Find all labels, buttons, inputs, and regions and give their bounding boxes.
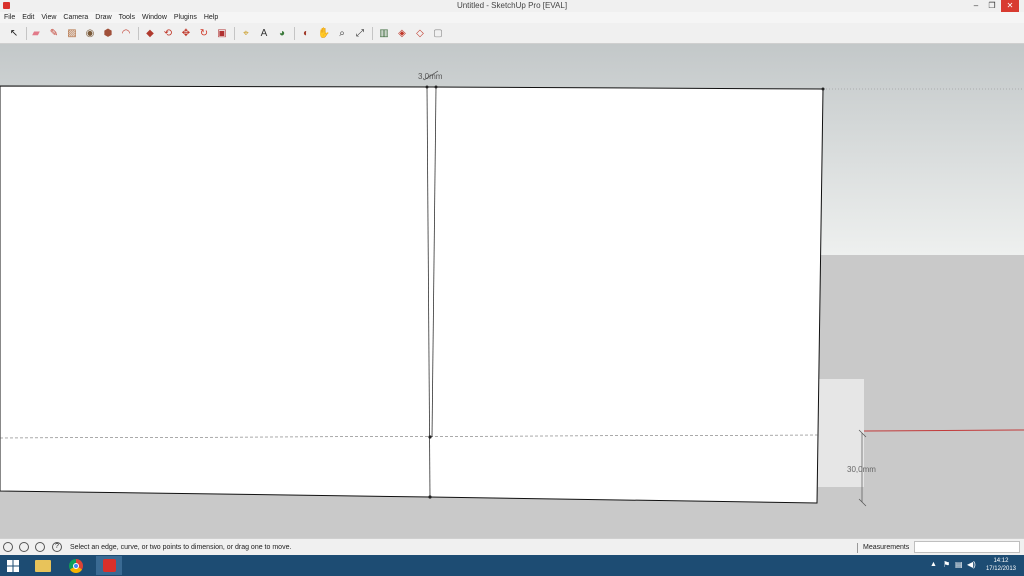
toolbar-separator (234, 27, 235, 40)
folder-icon (35, 559, 51, 572)
menu-edit[interactable]: Edit (18, 12, 37, 23)
vertex-point[interactable] (821, 87, 825, 91)
main-toolbar: ↖ ▰ ✎ ▨ ◉ ⬢ ◠ ◆ ⟲ ✥ ↻ ▣ ⌖ A ◕ ◐ ✋ ⌕ ⤢ ▥ ◈ ◇ ▢ (0, 23, 1024, 44)
measurements-label: Measurements (863, 544, 910, 551)
close-button[interactable]: ✕ (1001, 0, 1019, 12)
vertex-point[interactable] (428, 495, 432, 499)
push-pull-tool-icon[interactable]: ◆ (143, 26, 157, 40)
white-face (0, 85, 824, 504)
vertex-point[interactable] (425, 85, 429, 89)
network-icon[interactable]: ▤ (955, 560, 963, 569)
dimension-label-right[interactable]: 30,0mm (847, 465, 876, 474)
guide-point[interactable] (428, 435, 432, 439)
chrome-icon (69, 558, 83, 573)
menu-bar: File Edit View Camera Draw Tools Window Plugins… (0, 12, 1024, 23)
window-title: Untitled - SketchUp Pro [EVAL] (456, 1, 568, 10)
pan-tool-icon[interactable]: ✋ (317, 26, 331, 40)
menu-tools[interactable]: Tools (115, 12, 138, 23)
toolbar-separator (294, 27, 295, 40)
circle-tool-icon[interactable]: ◉ (83, 26, 97, 40)
scale-tool-icon[interactable]: ▣ (215, 26, 229, 40)
menu-window[interactable]: Window (138, 12, 170, 23)
geolocation-icon[interactable] (3, 542, 13, 552)
restore-button[interactable]: ❐ (984, 0, 1000, 12)
flag-icon[interactable]: ⚑ (943, 560, 950, 569)
components-icon[interactable]: ▥ (377, 26, 391, 40)
toolbar-separator (138, 27, 139, 40)
rectangle-tool-icon[interactable]: ▨ (65, 26, 79, 40)
status-divider (857, 543, 858, 553)
windows-taskbar: ▲ ⚑ ▤ ◀) 14:12 17/12/2013 (0, 555, 1024, 576)
taskbar-sketchup[interactable] (96, 556, 122, 575)
credits-icon[interactable] (19, 542, 29, 552)
status-bar: ? Select an edge, curve, or two points t… (0, 538, 1024, 556)
3d-warehouse-icon[interactable]: ◈ (395, 26, 409, 40)
measurements-input[interactable] (914, 541, 1020, 553)
follow-me-tool-icon[interactable]: ⟲ (161, 26, 175, 40)
clock-time: 14:12 (993, 558, 1009, 564)
menu-help[interactable]: Help (200, 12, 221, 23)
minimize-button[interactable]: – (968, 0, 984, 12)
status-message: Select an edge, curve, or two points to … (70, 544, 292, 551)
clock-date: 17/12/2013 (985, 566, 1016, 572)
menu-file[interactable]: File (0, 12, 18, 23)
menu-draw[interactable]: Draw (91, 12, 114, 23)
drawing-viewport[interactable]: 3,0mm 30,0mm (0, 44, 1024, 538)
paint-bucket-tool-icon[interactable]: ◕ (275, 26, 289, 40)
sketchup-icon (102, 559, 116, 572)
title-bar: Untitled - SketchUp Pro [EVAL] – ❐ ✕ (0, 0, 1024, 12)
toolbar-separator (372, 27, 373, 40)
model-canvas[interactable]: 3,0mm 30,0mm (0, 44, 1024, 538)
help-icon[interactable]: ? (52, 542, 62, 552)
menu-plugins[interactable]: Plugins (170, 12, 200, 23)
zoom-tool-icon[interactable]: ⌕ (335, 26, 349, 40)
extension-warehouse-icon[interactable]: ▢ (431, 26, 445, 40)
arc-tool-icon[interactable]: ◠ (119, 26, 133, 40)
taskbar-chrome[interactable] (63, 556, 89, 575)
vertex-point[interactable] (434, 85, 438, 89)
windows-logo-icon (7, 559, 19, 572)
tray-up-arrow-icon[interactable]: ▲ (930, 561, 937, 568)
move-tool-icon[interactable]: ✥ (179, 26, 193, 40)
taskbar-explorer[interactable] (30, 556, 56, 575)
orbit-tool-icon[interactable]: ◐ (299, 26, 313, 40)
eraser-tool-icon[interactable]: ▰ (29, 26, 43, 40)
user-icon[interactable] (35, 542, 45, 552)
menu-view[interactable]: View (37, 12, 59, 23)
dimension-label-top[interactable]: 3,0mm (418, 72, 443, 81)
pencil-tool-icon[interactable]: ✎ (47, 26, 61, 40)
start-button[interactable] (0, 556, 26, 575)
system-clock[interactable]: 14:12 17/12/2013 (986, 557, 1016, 573)
tape-measure-tool-icon[interactable]: ⌖ (239, 26, 253, 40)
rotate-tool-icon[interactable]: ↻ (197, 26, 211, 40)
volume-icon[interactable]: ◀) (967, 560, 976, 569)
menu-camera[interactable]: Camera (59, 12, 91, 23)
toolbar-separator (26, 27, 27, 40)
zoom-extents-tool-icon[interactable]: ⤢ (353, 26, 367, 40)
share-model-icon[interactable]: ◇ (413, 26, 427, 40)
text-tool-icon[interactable]: A (257, 26, 271, 40)
polygon-tool-icon[interactable]: ⬢ (101, 26, 115, 40)
select-tool-icon[interactable]: ↖ (7, 26, 21, 40)
